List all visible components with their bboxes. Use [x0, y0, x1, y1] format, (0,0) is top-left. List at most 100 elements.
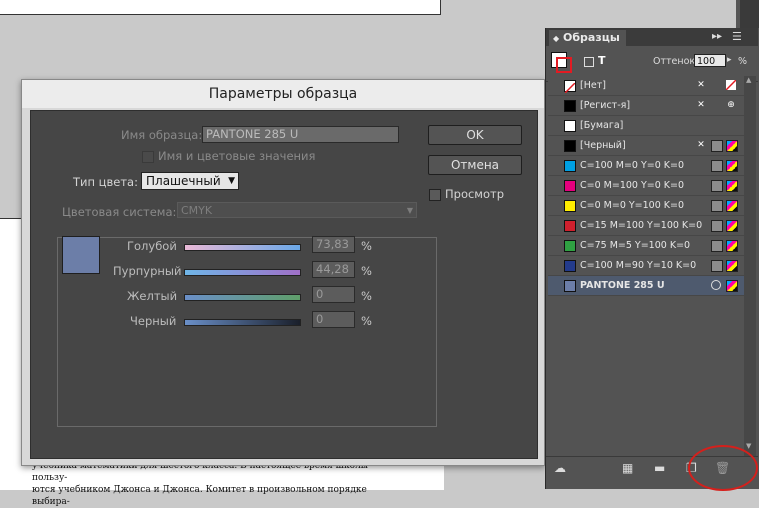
channel-label-cyan: Голубой [127, 239, 177, 253]
swatch-name: [Черный] [580, 140, 626, 151]
panel-tab-swatches[interactable]: ◆ Образцы [549, 30, 626, 46]
cmyk-icon [726, 200, 738, 212]
panel-menu-icon[interactable]: ☰ [732, 30, 742, 43]
swatch-row[interactable]: C=0 M=0 Y=100 K=0 [548, 196, 744, 216]
non-editable-icon: ✕ [697, 140, 705, 150]
scroll-up-icon[interactable]: ▲ [746, 76, 751, 84]
tint-stepper[interactable]: ▸ [727, 55, 732, 65]
swatch-row[interactable]: C=15 M=100 Y=100 K=0 [548, 216, 744, 236]
swatch-name: C=100 M=90 Y=10 K=0 [580, 260, 697, 271]
none-slash-icon [564, 82, 576, 94]
cmyk-icon [726, 160, 738, 172]
swatch-row-selected[interactable]: PANTONE 285 U [548, 276, 744, 296]
swatch-list: [Нет] ✕ [Регист-я] ✕ ⊕ [Бумага] [Черный]… [548, 76, 744, 456]
cmyk-icon [726, 280, 738, 292]
swatch-row[interactable]: C=100 M=90 Y=10 K=0 [548, 256, 744, 276]
swatch-name: [Бумага] [580, 120, 624, 131]
name-with-values-label: Имя и цветовые значения [158, 149, 316, 163]
cloud-library-icon[interactable]: ☁ [554, 461, 566, 475]
red-swatch [564, 220, 576, 232]
swatch-row[interactable]: C=0 M=100 Y=0 K=0 [548, 176, 744, 196]
channel-label-magenta: Пурпурный [113, 264, 182, 278]
yellow-input[interactable]: 0 [312, 286, 355, 303]
none-color-icon [725, 79, 737, 91]
cyan-input[interactable]: 73,83 [312, 236, 355, 253]
chevron-down-icon: ▼ [406, 206, 413, 215]
swatch-name: C=0 M=0 Y=100 K=0 [580, 200, 685, 211]
process-color-icon [711, 260, 723, 272]
swatch-row[interactable]: C=100 M=0 Y=0 K=0 [548, 156, 744, 176]
preview-label: Просмотр [445, 187, 505, 201]
swatch-row[interactable]: [Регист-я] ✕ ⊕ [548, 96, 744, 116]
color-type-value: Плашечный [146, 174, 221, 188]
color-type-select[interactable]: Плашечный ▼ [141, 172, 239, 190]
swatch-row[interactable]: [Черный] ✕ [548, 136, 744, 156]
expand-icon[interactable]: ▸▸ [712, 31, 722, 42]
cyan-unit: % [361, 239, 372, 253]
color-system-select[interactable]: CMYK ▼ [177, 202, 417, 218]
panel-title: Образцы [563, 31, 620, 44]
swatches-panel: ◆ Образцы ▸▸ ☰ T Оттенок: 100 ▸ % [Нет] … [545, 28, 759, 489]
cmyk-icon [726, 240, 738, 252]
swatch-name-label: Имя образца: [121, 128, 203, 142]
tint-unit: % [738, 56, 748, 67]
black-swatch [564, 140, 576, 152]
process-color-icon [711, 160, 723, 172]
none-swatch [564, 80, 576, 94]
document-text: учебника математики для шестого класса. … [32, 460, 392, 508]
swatch-view-icon[interactable]: ▦ [622, 461, 633, 475]
preview-checkbox[interactable] [429, 189, 441, 201]
dialog-body: Имя образца: PANTONE 285 U Имя и цветовы… [30, 110, 538, 459]
container-icon[interactable] [584, 57, 594, 67]
cyan-slider[interactable] [184, 244, 301, 251]
black-unit: % [361, 314, 372, 328]
swatch-row[interactable]: [Бумага] [548, 116, 744, 136]
tint-input[interactable]: 100 [694, 54, 726, 67]
black-input[interactable]: 0 [312, 311, 355, 328]
swatch-row[interactable]: C=75 M=5 Y=100 K=0 [548, 236, 744, 256]
magenta-unit: % [361, 264, 372, 278]
text-format-icon[interactable]: T [598, 54, 606, 67]
black-slider[interactable] [184, 319, 301, 326]
tint-label: Оттенок: [653, 56, 699, 67]
yellow-swatch [564, 200, 576, 212]
registration-icon: ⊕ [727, 100, 735, 110]
cmyk-icon [726, 140, 738, 152]
blue-swatch [564, 260, 576, 272]
non-editable-icon: ✕ [697, 100, 705, 110]
swatch-name: [Нет] [580, 80, 606, 91]
cmyk-icon [726, 220, 738, 232]
color-system-label: Цветовая система: [59, 205, 180, 219]
chevron-down-icon: ▼ [228, 176, 235, 186]
document-line: ются учебником Джонса и Джонса. Комитет … [32, 485, 367, 507]
paper-swatch [564, 120, 576, 132]
color-system-value: CMYK [181, 204, 213, 217]
swatch-name: PANTONE 285 U [580, 280, 665, 291]
swatch-name: C=0 M=100 Y=0 K=0 [580, 180, 685, 191]
swatch-name: [Регист-я] [580, 100, 631, 111]
ok-button[interactable]: OK [428, 125, 522, 145]
panel-scrollbar[interactable]: ▲ ▼ [744, 76, 756, 456]
swatch-options-dialog: Параметры образца Имя образца: PANTONE 2… [21, 79, 545, 466]
cancel-button[interactable]: Отмена [428, 155, 522, 175]
pantone-swatch [564, 280, 576, 292]
cyan-swatch [564, 160, 576, 172]
collapse-icon: ◆ [553, 34, 560, 43]
channel-label-black: Черный [130, 314, 177, 328]
dialog-title: Параметры образца [22, 80, 544, 108]
process-color-icon [711, 140, 723, 152]
new-group-folder-icon[interactable]: ▬ [654, 461, 665, 475]
cmyk-icon [726, 260, 738, 272]
magenta-input[interactable]: 44,28 [312, 261, 355, 278]
yellow-unit: % [361, 289, 372, 303]
name-with-values-checkbox[interactable] [142, 151, 154, 163]
channel-label-yellow: Желтый [127, 289, 178, 303]
stroke-icon[interactable] [556, 57, 572, 73]
scroll-down-icon[interactable]: ▼ [746, 442, 751, 450]
magenta-slider[interactable] [184, 269, 301, 276]
document-page-top [0, 0, 441, 15]
swatch-name-input[interactable]: PANTONE 285 U [202, 126, 399, 143]
swatch-row[interactable]: [Нет] ✕ [548, 76, 744, 96]
yellow-slider[interactable] [184, 294, 301, 301]
non-editable-icon: ✕ [697, 80, 705, 90]
